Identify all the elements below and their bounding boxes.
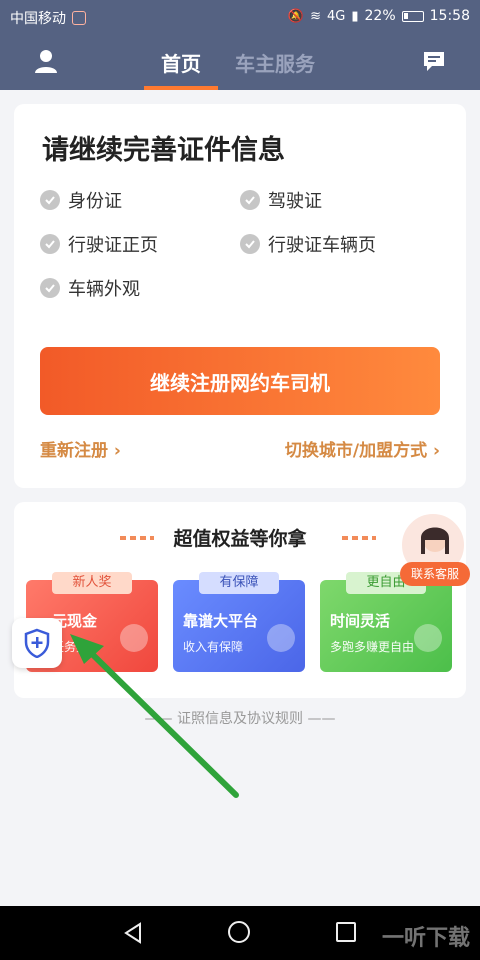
check-icon: [240, 234, 260, 254]
doc-item-label: 驾驶证: [268, 191, 322, 212]
safety-shield-button[interactable]: [12, 618, 62, 668]
top-nav: 首页 车主服务: [0, 34, 480, 90]
check-icon: [240, 190, 260, 210]
check-icon: [40, 234, 60, 254]
shield-star-icon: [267, 624, 295, 652]
benefits-card: 超值权益等你拿 新人奖 元现金 任务奖 有保障 靠谱大平台 收入有保障 更自由 …: [14, 502, 466, 698]
carrier-name: 中国移动: [10, 11, 66, 27]
switch-city-link[interactable]: 切换城市/加盟方式 ›: [285, 436, 440, 461]
recent-apps-icon[interactable]: [336, 922, 356, 942]
tab-home[interactable]: 首页: [161, 48, 201, 77]
money-bag-icon: [120, 624, 148, 652]
status-bar: 中国移动 🔕 ≋ 4G ▮ 22% 15:58: [0, 0, 480, 34]
shield-plus-icon: [24, 628, 50, 658]
documents-card: 请继续完善证件信息 身份证 驾驶证 行驶证正页 行驶证车辆页 车辆外观 继续注册…: [14, 104, 466, 488]
benefit-card-guarantee[interactable]: 有保障 靠谱大平台 收入有保障: [173, 572, 305, 672]
wifi-icon: ≋: [310, 8, 321, 24]
check-icon: [40, 190, 60, 210]
doc-item-label: 行驶证车辆页: [268, 235, 376, 256]
message-icon[interactable]: [422, 50, 446, 72]
network-type: 4G: [327, 8, 346, 24]
benefit-card-freedom[interactable]: 更自由 时间灵活 多跑多赚更自由: [320, 572, 452, 672]
title-dash-decoration: [342, 536, 376, 540]
active-tab-indicator: [144, 86, 218, 90]
yuan-coin-icon: [414, 624, 442, 652]
user-icon[interactable]: [32, 47, 60, 75]
battery-icon: [401, 10, 424, 22]
doc-item-label: 行驶证正页: [68, 235, 158, 256]
watermark-text: 一听下载: [381, 926, 470, 951]
benefit-subtitle: 多跑多赚更自由: [330, 640, 415, 654]
continue-register-button[interactable]: 继续注册网约车司机: [40, 347, 440, 415]
doc-item-vehicle-appearance[interactable]: 车辆外观: [40, 275, 140, 301]
reregister-link[interactable]: 重新注册 ›: [40, 436, 121, 461]
benefit-title: 时间灵活: [330, 612, 391, 630]
battery-percent: 22%: [364, 8, 396, 24]
doc-item-vehicle-license-page[interactable]: 行驶证车辆页: [240, 231, 376, 257]
doc-item-id-card[interactable]: 身份证: [40, 187, 122, 213]
doc-item-label: 车辆外观: [68, 279, 140, 300]
benefit-tag: 新人奖: [52, 572, 132, 594]
tab-owner-service[interactable]: 车主服务: [235, 48, 315, 77]
benefit-subtitle: 收入有保障: [183, 640, 244, 654]
signal-icon: ▮: [351, 8, 359, 24]
benefit-title: 靠谱大平台: [183, 612, 259, 630]
documents-title: 请继续完善证件信息: [42, 135, 285, 166]
back-icon[interactable]: [122, 922, 144, 944]
doc-item-vehicle-license-front[interactable]: 行驶证正页: [40, 231, 158, 257]
license-rules-link[interactable]: —— 证照信息及协议规则 ——: [0, 708, 480, 728]
benefit-tag: 有保障: [199, 572, 279, 594]
mute-icon: 🔕: [287, 8, 305, 24]
clock: 15:58: [429, 8, 470, 24]
benefits-title: 超值权益等你拿: [173, 528, 307, 550]
doc-item-driver-license[interactable]: 驾驶证: [240, 187, 322, 213]
app-notification-icon: [72, 11, 86, 25]
doc-item-label: 身份证: [68, 191, 122, 212]
system-nav-bar: 一听下载: [0, 906, 480, 960]
check-icon: [40, 278, 60, 298]
home-icon[interactable]: [228, 921, 250, 943]
customer-service-label[interactable]: 联系客服: [400, 562, 470, 586]
